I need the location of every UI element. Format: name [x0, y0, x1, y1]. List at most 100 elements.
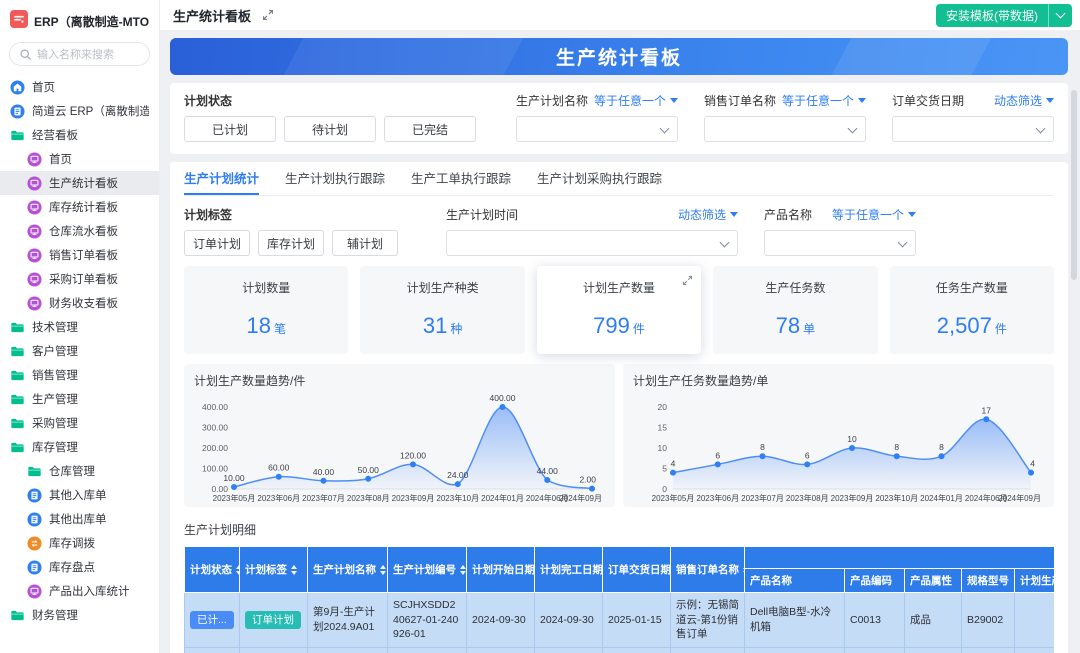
filter-operator-dropdown[interactable]: 等于任意一个: [832, 206, 916, 223]
product-group-header: [745, 547, 1055, 569]
sidebar-item-label: 技术管理: [32, 319, 78, 335]
tag-filter-button-order[interactable]: 订单计划: [184, 230, 250, 256]
status-filter-button-pending[interactable]: 待计划: [284, 116, 376, 142]
install-dropdown-button[interactable]: [1048, 4, 1072, 27]
product-attr-cell: 成品: [905, 648, 962, 653]
chevron-down-icon: [720, 238, 730, 248]
filter-operator-dropdown[interactable]: 动态筛选: [678, 206, 738, 223]
sidebar-item-label: 采购管理: [32, 415, 78, 431]
kpi-row: 计划数量 18笔 计划生产种类 31种 计划生产数量 799件 生产任务数 78…: [184, 266, 1054, 354]
tag-filter-button-stock[interactable]: 库存计划: [258, 230, 324, 256]
fullscreen-icon[interactable]: [262, 9, 274, 21]
svg-text:2023年08月: 2023年08月: [786, 493, 829, 503]
sidebar-item-库存盘点[interactable]: 库存盘点: [0, 555, 159, 579]
column-header-计划完工日期[interactable]: 计划完工日期: [535, 547, 603, 593]
sidebar-item-产品出入库统计[interactable]: 产品出入库统计: [0, 579, 159, 603]
status-filter-button-closed[interactable]: 已完结: [384, 116, 476, 142]
status-filter-button-planned[interactable]: 已计划: [184, 116, 276, 142]
doc-icon: [27, 560, 42, 575]
sidebar-search-input[interactable]: 输入名称来搜索: [9, 42, 150, 66]
sidebar-item-库存统计看板[interactable]: 库存统计看板: [0, 195, 159, 219]
column-header-规格型号[interactable]: 规格型号: [962, 569, 1015, 593]
chevron-down-icon: [1036, 124, 1046, 134]
column-header-订单交货日期[interactable]: 订单交货日期: [603, 547, 671, 593]
svg-text:10.00: 10.00: [223, 473, 245, 483]
column-header-生产计划编号[interactable]: 生产计划编号: [388, 547, 467, 593]
delivery-date-select[interactable]: [892, 116, 1054, 142]
filter-operator-dropdown[interactable]: 等于任意一个: [782, 92, 866, 109]
svg-text:6: 6: [805, 450, 810, 460]
plan-time-filter: 生产计划时间 动态筛选: [446, 206, 738, 256]
sort-icon: [291, 565, 297, 575]
column-header-计划标签[interactable]: 计划标签: [240, 547, 308, 593]
sidebar-item-label: 客户管理: [32, 343, 78, 359]
svg-text:20: 20: [658, 402, 668, 412]
sidebar-item-财务收支看板[interactable]: 财务收支看板: [0, 291, 159, 315]
sidebar-item-其他入库单[interactable]: 其他入库单: [0, 483, 159, 507]
sidebar-item-技术管理[interactable]: 技术管理: [0, 315, 159, 339]
column-header-计划开始日期[interactable]: 计划开始日期: [467, 547, 535, 593]
order-name-cell: 示例：无锡简道云-第1份销售订单: [671, 648, 745, 653]
sidebar-item-库存管理[interactable]: 库存管理: [0, 435, 159, 459]
filter-operator-dropdown[interactable]: 等于任意一个: [594, 92, 678, 109]
install-template-button[interactable]: 安装模板(带数据): [936, 4, 1048, 27]
column-header-产品属性[interactable]: 产品属性: [905, 569, 962, 593]
sidebar-item-生产管理[interactable]: 生产管理: [0, 387, 159, 411]
sidebar-item-生产统计看板[interactable]: 生产统计看板: [0, 171, 159, 195]
column-header-生产计划名称[interactable]: 生产计划名称: [308, 547, 388, 593]
search-placeholder: 输入名称来搜索: [37, 46, 114, 62]
sidebar-item-label: 首页: [49, 151, 72, 167]
sidebar-item-采购订单看板[interactable]: 采购订单看板: [0, 267, 159, 291]
plan-no-cell: SCJHXSDD240627-01-240628-02: [388, 648, 467, 653]
tab-plan-execution[interactable]: 生产计划执行跟踪: [285, 162, 385, 195]
board-icon: [27, 248, 42, 263]
tab-plan-statistics[interactable]: 生产计划统计: [184, 162, 259, 195]
kpi-plan-types: 计划生产种类 31种: [360, 266, 524, 354]
svg-text:0.00: 0.00: [211, 484, 228, 494]
sidebar-item-仓库流水看板[interactable]: 仓库流水看板: [0, 219, 159, 243]
tab-purchase-execution[interactable]: 生产计划采购执行跟踪: [537, 162, 662, 195]
sidebar-item-销售管理[interactable]: 销售管理: [0, 363, 159, 387]
column-header-计划生产数量[interactable]: 计划生产数量: [1015, 569, 1055, 593]
sidebar-item-首页[interactable]: 首页: [0, 75, 159, 99]
tag-filter-button-aux[interactable]: 辅计划: [332, 230, 398, 256]
svg-text:4: 4: [671, 459, 676, 469]
svg-text:300.00: 300.00: [202, 423, 228, 433]
svg-text:120.00: 120.00: [400, 450, 426, 460]
plan-name-cell: 第6月-生产计划2024.6A03: [308, 648, 388, 653]
sales-order-select[interactable]: [704, 116, 866, 142]
sidebar-item-库存调拨[interactable]: 库存调拨: [0, 531, 159, 555]
expand-icon[interactable]: [682, 273, 693, 291]
transfer-icon: [27, 536, 42, 551]
sidebar-item-经营看板[interactable]: 经营看板: [0, 123, 159, 147]
sidebar-item-仓库管理[interactable]: 仓库管理: [0, 459, 159, 483]
filter-label: 生产计划名称: [516, 92, 588, 109]
app-logo[interactable]: ERP（离散制造-MTO）: [0, 8, 159, 42]
plan-name-filter: 生产计划名称 等于任意一个: [516, 92, 678, 142]
column-header-产品编码[interactable]: 产品编码: [845, 569, 905, 593]
table-row[interactable]: 已计...订单计划第9月-生产计划2024.9A01SCJHXSDD240627…: [185, 593, 1055, 648]
sidebar-item-客户管理[interactable]: 客户管理: [0, 339, 159, 363]
svg-text:2023年08月: 2023年08月: [347, 493, 390, 503]
svg-text:2023年10月: 2023年10月: [436, 493, 479, 503]
plan-name-select[interactable]: [516, 116, 678, 142]
sidebar-item-销售订单看板[interactable]: 销售订单看板: [0, 243, 159, 267]
column-header-销售订单名称[interactable]: 销售订单名称: [671, 547, 745, 593]
sidebar-item-简道云 ERP（离散制造-MTO）...[interactable]: 简道云 ERP（离散制造-MTO）...: [0, 99, 159, 123]
table-row[interactable]: 已完...订单计划第6月-生产计划2024.6A03SCJHXSDD240627…: [185, 648, 1055, 653]
svg-text:2023年06月: 2023年06月: [257, 493, 300, 503]
column-header-计划状态[interactable]: 计划状态: [185, 547, 240, 593]
column-header-产品名称[interactable]: 产品名称: [745, 569, 845, 593]
sidebar-item-财务管理[interactable]: 财务管理: [0, 603, 159, 627]
filter-operator-dropdown[interactable]: 动态筛选: [994, 92, 1054, 109]
svg-text:8: 8: [939, 442, 944, 452]
tab-workorder-execution[interactable]: 生产工单执行跟踪: [411, 162, 511, 195]
product-name-select[interactable]: [764, 230, 916, 256]
svg-text:2023年09月: 2023年09月: [831, 493, 874, 503]
plan-time-select[interactable]: [446, 230, 738, 256]
sidebar-item-首页[interactable]: 首页: [0, 147, 159, 171]
svg-text:2023年07月: 2023年07月: [302, 493, 345, 503]
vertical-scrollbar[interactable]: [1071, 90, 1077, 280]
sidebar-item-采购管理[interactable]: 采购管理: [0, 411, 159, 435]
sidebar-item-其他出库单[interactable]: 其他出库单: [0, 507, 159, 531]
